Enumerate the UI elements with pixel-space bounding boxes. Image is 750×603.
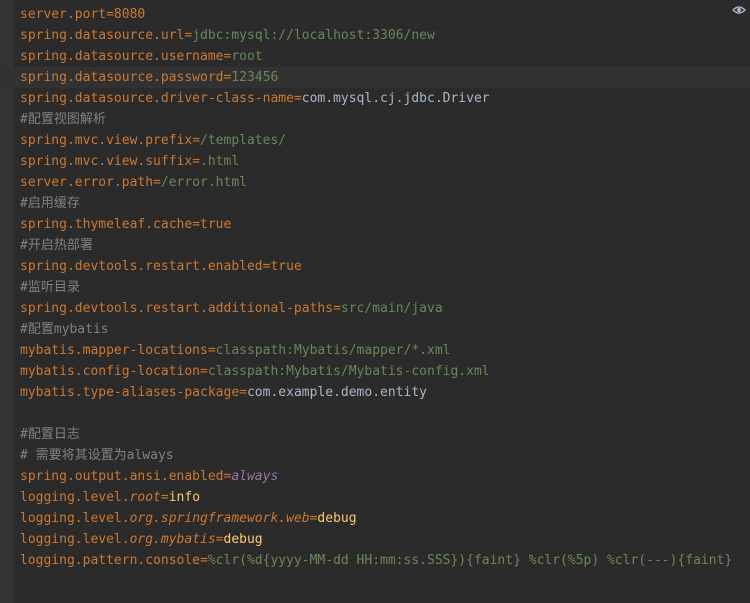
code-line[interactable]: server.error.path=/error.html bbox=[20, 172, 750, 193]
code-line[interactable]: spring.datasource.driver-class-name=com.… bbox=[20, 88, 750, 109]
equals-sign: = bbox=[192, 154, 201, 169]
code-line[interactable]: spring.datasource.url=jdbc:mysql://local… bbox=[20, 25, 750, 46]
property-key: spring.datasource.url bbox=[20, 28, 185, 43]
property-value: true bbox=[200, 217, 232, 232]
code-line[interactable]: spring.thymeleaf.cache=true bbox=[20, 214, 750, 235]
property-value: true bbox=[270, 259, 302, 274]
code-line[interactable]: #配置日志 bbox=[20, 424, 750, 445]
equals-sign: = bbox=[106, 7, 114, 22]
code-line[interactable]: #配置mybatis bbox=[20, 319, 750, 340]
property-key: spring.datasource.driver-class-name bbox=[20, 91, 294, 106]
equals-sign: = bbox=[160, 490, 169, 505]
comment: #配置mybatis bbox=[20, 322, 109, 337]
code-line[interactable]: logging.level.root=info bbox=[20, 487, 750, 508]
equals-sign: = bbox=[333, 301, 341, 316]
code-editor[interactable]: server.port=8080 spring.datasource.url=jd… bbox=[0, 0, 750, 603]
property-value: classpath:Mybatis/Mybatis-config.xml bbox=[207, 364, 490, 379]
property-value: info bbox=[168, 490, 201, 505]
property-key-logger: root bbox=[129, 490, 161, 505]
code-line[interactable]: #监听目录 bbox=[20, 277, 750, 298]
property-key: spring.devtools.restart.enabled bbox=[20, 259, 263, 274]
eye-icon[interactable] bbox=[732, 4, 746, 16]
equals-sign: = bbox=[207, 343, 216, 358]
property-key-prefix: logging.level. bbox=[20, 490, 130, 505]
code-line[interactable]: spring.datasource.password=123456 bbox=[0, 67, 750, 88]
property-key: spring.thymeleaf.cache bbox=[20, 217, 193, 232]
code-line[interactable]: logging.level.org.mybatis=debug bbox=[20, 529, 750, 550]
property-key: logging.pattern.console bbox=[20, 553, 201, 568]
comment: #配置日志 bbox=[20, 427, 80, 442]
equals-sign: = bbox=[153, 175, 161, 190]
code-line[interactable]: mybatis.config-location=classpath:Mybati… bbox=[20, 361, 750, 382]
property-value: classpath:Mybatis/mapper/*.xml bbox=[215, 343, 451, 358]
property-key-logger: org.springframework.web bbox=[129, 511, 310, 526]
equals-sign: = bbox=[293, 91, 302, 106]
property-key-prefix: logging.level. bbox=[20, 532, 130, 547]
code-line[interactable]: spring.mvc.view.prefix=/templates/ bbox=[20, 130, 750, 151]
property-key: server.error.path bbox=[20, 175, 154, 190]
property-value: 123456 bbox=[231, 70, 279, 85]
equals-sign: = bbox=[215, 532, 224, 547]
code-line[interactable] bbox=[20, 403, 750, 424]
property-key: spring.output.ansi.enabled bbox=[20, 469, 224, 484]
property-key: mybatis.type-aliases-package bbox=[20, 385, 240, 400]
code-line[interactable]: # 需要将其设置为always bbox=[20, 445, 750, 466]
equals-sign: = bbox=[200, 364, 208, 379]
property-value: 8080 bbox=[113, 7, 146, 22]
property-value: root bbox=[231, 49, 263, 64]
equals-sign: = bbox=[200, 553, 208, 568]
property-key: spring.mvc.view.prefix bbox=[20, 133, 193, 148]
property-value: com.mysql.cj.jdbc.Driver bbox=[301, 91, 490, 106]
code-line[interactable]: #开启热部署 bbox=[20, 235, 750, 256]
comment: #启用缓存 bbox=[20, 196, 80, 211]
property-key: spring.mvc.view.suffix bbox=[20, 154, 193, 169]
code-line[interactable]: mybatis.mapper-locations=classpath:Mybat… bbox=[20, 340, 750, 361]
property-value: always bbox=[231, 469, 279, 484]
property-value: debug bbox=[223, 532, 263, 547]
editor-gutter bbox=[0, 0, 14, 603]
property-value: .html bbox=[200, 154, 240, 169]
property-key: spring.datasource.password bbox=[20, 70, 224, 85]
code-line[interactable]: spring.datasource.username=root bbox=[20, 46, 750, 67]
property-key: server.port bbox=[20, 7, 107, 22]
code-line[interactable]: logging.level.org.springframework.web=de… bbox=[20, 508, 750, 529]
property-value: debug bbox=[317, 511, 357, 526]
comment: # 需要将其设置为always bbox=[20, 448, 174, 463]
code-line[interactable]: spring.devtools.restart.enabled=true bbox=[20, 256, 750, 277]
property-key: mybatis.config-location bbox=[20, 364, 201, 379]
property-value: /error.html bbox=[160, 175, 247, 190]
property-key: spring.devtools.restart.additional-paths bbox=[20, 301, 334, 316]
code-line[interactable]: server.port=8080 bbox=[20, 4, 750, 25]
property-value: jdbc:mysql://localhost:3306/new bbox=[192, 28, 435, 43]
equals-sign: = bbox=[239, 385, 247, 400]
code-line[interactable]: #配置视图解析 bbox=[20, 109, 750, 130]
equals-sign: = bbox=[192, 133, 201, 148]
comment: #配置视图解析 bbox=[20, 112, 106, 127]
property-key-prefix: logging.level. bbox=[20, 511, 130, 526]
code-line[interactable]: mybatis.type-aliases-package=com.example… bbox=[20, 382, 750, 403]
code-line[interactable]: spring.output.ansi.enabled=always bbox=[20, 466, 750, 487]
code-area[interactable]: server.port=8080 spring.datasource.url=jd… bbox=[0, 4, 750, 571]
property-value: /templates/ bbox=[200, 133, 287, 148]
property-value: src/main/java bbox=[340, 301, 443, 316]
code-line[interactable]: spring.mvc.view.suffix=.html bbox=[20, 151, 750, 172]
property-value: %clr(%d{yyyy-MM-dd HH:mm:ss.SSS}){faint}… bbox=[207, 553, 733, 568]
code-line[interactable]: #启用缓存 bbox=[20, 193, 750, 214]
code-line[interactable]: logging.pattern.console=%clr(%d{yyyy-MM-… bbox=[20, 550, 750, 571]
property-key: mybatis.mapper-locations bbox=[20, 343, 208, 358]
equals-sign: = bbox=[192, 217, 201, 232]
comment: #监听目录 bbox=[20, 280, 80, 295]
property-key-logger: org.mybatis bbox=[129, 532, 216, 547]
property-value: com.example.demo.entity bbox=[246, 385, 427, 400]
comment: #开启热部署 bbox=[20, 238, 93, 253]
code-line[interactable]: spring.devtools.restart.additional-paths… bbox=[20, 298, 750, 319]
property-key: spring.datasource.username bbox=[20, 49, 224, 64]
